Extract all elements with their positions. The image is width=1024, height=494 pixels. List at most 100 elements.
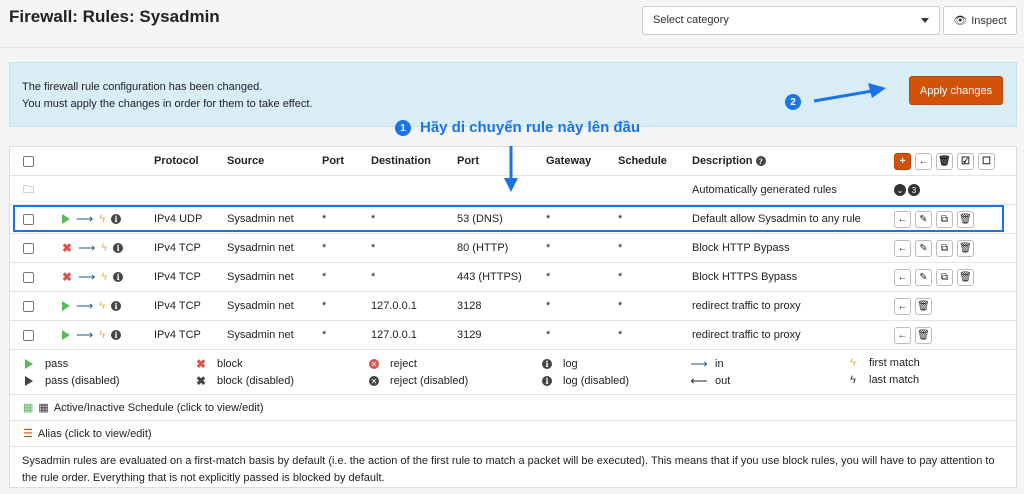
- arrow-in-icon: ⟶: [76, 299, 94, 313]
- alias-label[interactable]: Alias (click to view/edit): [38, 428, 152, 440]
- info-icon[interactable]: i: [111, 301, 122, 311]
- move-button[interactable]: ←: [894, 326, 911, 344]
- step-2-arrow-icon: [813, 83, 886, 103]
- rule-destination-port: 443 (HTTPS): [457, 271, 522, 283]
- move-button[interactable]: ←: [894, 239, 911, 257]
- first-match-icon: ϟ: [99, 300, 106, 312]
- block-icon: ✖: [195, 357, 207, 371]
- category-select[interactable]: Select category: [642, 6, 940, 35]
- row-checkbox[interactable]: [23, 242, 34, 254]
- rule-source: Sysadmin net: [227, 300, 294, 312]
- block-icon: ✖: [62, 270, 73, 284]
- rule-destination: *: [371, 242, 376, 254]
- rule-schedule: *: [618, 300, 623, 312]
- delete-button[interactable]: 🗑: [915, 326, 932, 344]
- rule-source-port: *: [322, 271, 327, 283]
- copy-button[interactable]: ⧉: [936, 268, 953, 286]
- table-row[interactable]: ✖ ⟶ ϟ i IPv4 TCP Sysadmin net * * 443 (HTTPS) * * B…: [10, 263, 1016, 292]
- enable-selected-button[interactable]: ☑: [957, 152, 974, 170]
- legend-block: block: [217, 358, 243, 370]
- rule-destination: 127.0.0.1: [371, 300, 417, 312]
- disable-selected-button[interactable]: ☐: [978, 152, 995, 170]
- rule-protocol: IPv4 TCP: [154, 300, 201, 312]
- delete-button[interactable]: 🗑: [957, 268, 974, 286]
- select-all-checkbox[interactable]: [23, 155, 34, 167]
- help-icon[interactable]: ?: [755, 156, 766, 166]
- highlighted-rule-outline: [13, 205, 1004, 232]
- legend-block-disabled: block (disabled): [217, 375, 295, 387]
- last-match-icon: ϟ: [850, 374, 856, 386]
- pass-icon: [62, 301, 70, 311]
- block-disabled-icon: ✖: [195, 374, 207, 388]
- delete-selected-button[interactable]: 🗑: [936, 152, 953, 170]
- rule-source: Sysadmin net: [227, 271, 294, 283]
- info-icon[interactable]: i: [113, 243, 124, 253]
- row-checkbox[interactable]: [23, 300, 34, 312]
- table-row[interactable]: ⟶ ϟ i IPv4 TCP Sysadmin net * 127.0.0.1 3129 * * r…: [10, 321, 1016, 350]
- table-row[interactable]: ✖ ⟶ ϟ i IPv4 TCP Sysadmin net * * 80 (HTTP) * * Blo…: [10, 234, 1016, 263]
- legend-log: log: [563, 358, 578, 370]
- rule-destination: 127.0.0.1: [371, 329, 417, 341]
- rule-schedule: *: [618, 242, 623, 254]
- block-icon: ✖: [62, 241, 73, 255]
- row-checkbox[interactable]: [23, 329, 34, 341]
- auto-rules-count: 3: [908, 184, 920, 196]
- legend-reject-disabled: reject (disabled): [390, 375, 469, 387]
- inspect-label: Inspect: [971, 14, 1007, 27]
- chevron-down-icon: [921, 18, 929, 23]
- rule-source-port: *: [322, 242, 327, 254]
- rule-gateway: *: [546, 271, 551, 283]
- arrow-out-icon: ⟵: [690, 374, 708, 388]
- rule-gateway: *: [546, 300, 551, 312]
- inspect-button[interactable]: 👁 Inspect: [943, 6, 1017, 35]
- edit-icon-button[interactable]: ✎: [915, 268, 932, 286]
- folder-icon: 🗀: [23, 183, 34, 196]
- table-row[interactable]: ⟶ ϟ i IPv4 TCP Sysadmin net * 127.0.0.1 3128 * * r…: [10, 292, 1016, 321]
- delete-button[interactable]: 🗑: [957, 239, 974, 257]
- auto-rules-label: Automatically generated rules: [692, 184, 837, 196]
- info-icon[interactable]: i: [111, 330, 122, 340]
- page-title: Firewall: Rules: Sysadmin: [9, 7, 220, 26]
- rule-evaluation-note: Sysadmin rules are evaluated on a first-…: [22, 455, 995, 484]
- pass-icon: [25, 359, 33, 369]
- col-source-port: Port: [322, 155, 344, 167]
- rule-actions: ← 🗑: [894, 292, 936, 320]
- row-checkbox[interactable]: [23, 271, 34, 283]
- delete-button[interactable]: 🗑: [915, 297, 932, 315]
- rules-panel: Protocol Source Port Destination Port Ga…: [9, 146, 1017, 488]
- col-gateway: Gateway: [546, 155, 592, 167]
- move-selected-button[interactable]: ←: [915, 152, 932, 170]
- log-disabled-icon: i: [542, 376, 552, 386]
- rule-actions: ← 🗑: [894, 321, 936, 349]
- move-button[interactable]: ←: [894, 297, 911, 315]
- rule-protocol: IPv4 TCP: [154, 242, 201, 254]
- legend-pass: pass: [45, 358, 69, 370]
- legend-first-match: first match: [869, 357, 920, 369]
- legend-last-match: last match: [869, 374, 920, 386]
- rule-source-port: *: [322, 300, 327, 312]
- edit-icon-button[interactable]: ✎: [915, 239, 932, 257]
- arrow-in-icon: ⟶: [78, 241, 96, 255]
- schedule-label[interactable]: Active/Inactive Schedule (click to view/…: [54, 402, 264, 414]
- rule-gateway: *: [546, 329, 551, 341]
- col-description: Description: [692, 155, 753, 167]
- apply-changes-button[interactable]: Apply changes: [909, 76, 1003, 105]
- alert-line-1: The firewall rule configuration has been…: [22, 81, 263, 93]
- info-icon[interactable]: i: [113, 272, 124, 282]
- rule-protocol: IPv4 TCP: [154, 271, 201, 283]
- pass-disabled-icon: [25, 376, 33, 386]
- eye-icon: 👁: [953, 15, 968, 27]
- rule-source-port: *: [322, 329, 327, 341]
- move-button[interactable]: ←: [894, 268, 911, 286]
- add-rule-button[interactable]: +: [894, 152, 911, 170]
- rule-protocol: IPv4 TCP: [154, 329, 201, 341]
- rule-description: redirect traffic to proxy: [692, 300, 801, 312]
- rule-destination: *: [371, 271, 376, 283]
- first-match-icon: ϟ: [850, 357, 856, 369]
- reject-icon: ✕: [369, 359, 379, 369]
- schedule-legend-row: ▦ ▦ Active/Inactive Schedule (click to v…: [10, 395, 1016, 421]
- alert-message: The firewall rule configuration has been…: [22, 79, 312, 113]
- rule-source: Sysadmin net: [227, 329, 294, 341]
- chevron-down-circle-icon[interactable]: ⌄: [894, 184, 906, 196]
- copy-button[interactable]: ⧉: [936, 239, 953, 257]
